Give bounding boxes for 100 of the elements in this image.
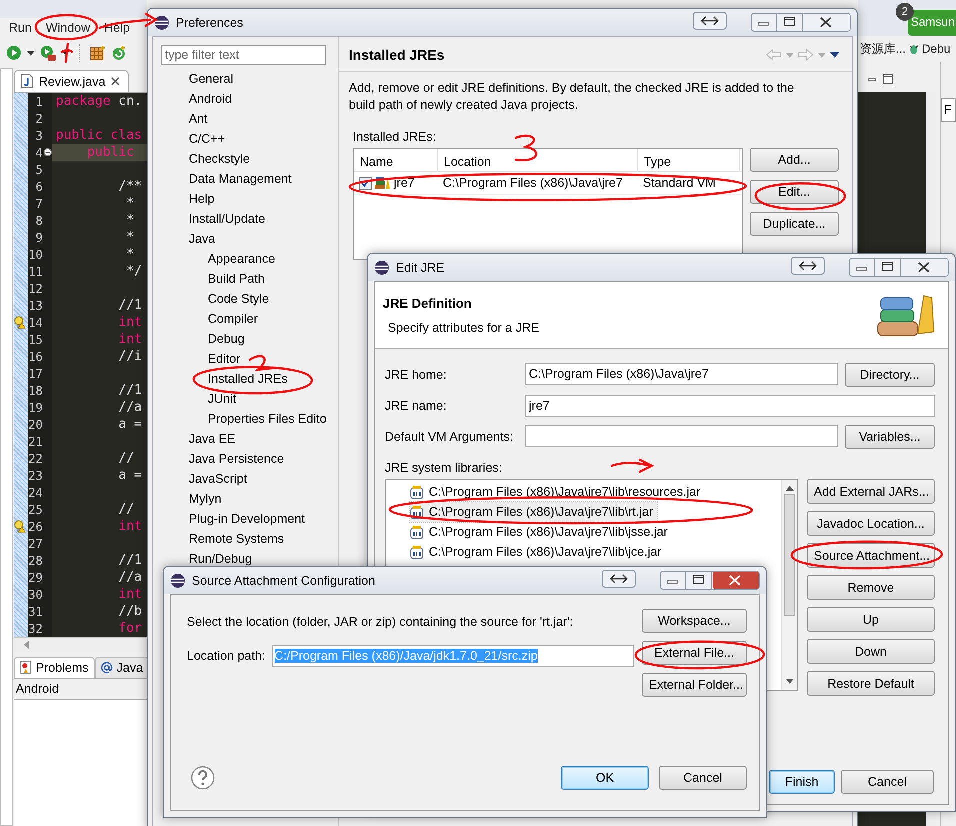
column-header[interactable]: Name: [354, 149, 438, 171]
column-header[interactable]: Type: [638, 149, 740, 171]
hand-drawn-number: [60, 42, 74, 64]
run-config-icon[interactable]: [40, 44, 57, 62]
tree-item[interactable]: Java Persistence: [161, 451, 284, 467]
dialog-button[interactable]: Directory...: [845, 363, 935, 387]
perspective-label[interactable]: 资源库...: [860, 40, 906, 58]
dialog-button[interactable]: External File...: [642, 641, 747, 665]
tree-item[interactable]: C/C++: [161, 131, 226, 147]
caret-icon[interactable]: [27, 50, 35, 56]
text-field[interactable]: C:\Program Files (x86)\Java\jre7: [525, 363, 838, 385]
scroll-up-icon[interactable]: [786, 486, 794, 491]
tree-item[interactable]: Appearance: [161, 251, 276, 267]
library-item[interactable]: C:\Program Files (x86)\Java\jre7\lib\jce.jar: [410, 542, 666, 562]
at-sign-icon: [100, 662, 113, 674]
window-controls-icon[interactable]: [849, 258, 949, 277]
jar-icon: [410, 484, 424, 500]
menu-item[interactable]: Window: [46, 21, 90, 35]
eclipse-icon: [374, 260, 390, 276]
dialog-button[interactable]: Remove: [807, 575, 935, 600]
tree-item[interactable]: JUnit: [161, 391, 236, 407]
horizontal-scrollbar[interactable]: [14, 637, 147, 652]
maximize-icon[interactable]: [883, 74, 894, 84]
tree-item[interactable]: Data Management: [161, 171, 292, 187]
dialog-button[interactable]: Up: [807, 607, 935, 632]
line-number: 2: [34, 112, 44, 126]
dialog-button[interactable]: Finish: [769, 770, 835, 794]
tree-item[interactable]: Checkstyle: [161, 151, 250, 167]
tree-item[interactable]: Compiler: [161, 311, 258, 327]
help-icon[interactable]: [191, 766, 215, 790]
line-number: 4: [34, 146, 44, 160]
swap-icon[interactable]: [693, 12, 727, 30]
dialog-button[interactable]: Edit...: [750, 180, 839, 204]
view-tab[interactable]: Problems: [14, 657, 95, 678]
run-icon[interactable]: [6, 45, 22, 61]
text-field[interactable]: [525, 425, 838, 447]
dialog-button[interactable]: Duplicate...: [750, 212, 839, 236]
prompt-text: Select the location (folder, JAR or zip) containing the source for 'rt.jar':: [186, 614, 574, 629]
tree-item[interactable]: Debug: [161, 331, 245, 347]
tree-item[interactable]: Help: [161, 191, 215, 207]
window-controls-icon[interactable]: [660, 571, 760, 590]
tree-item[interactable]: JavaScript: [161, 471, 248, 487]
line-number: 22: [28, 452, 44, 466]
dialog-button[interactable]: Cancel: [659, 766, 747, 790]
close-icon[interactable]: [110, 77, 120, 86]
dialog-button[interactable]: Add External JARs...: [807, 479, 935, 504]
scroll-down-icon[interactable]: [786, 679, 794, 684]
tree-item[interactable]: Plug-in Development: [161, 511, 306, 527]
view-menu-icon[interactable]: [830, 52, 840, 58]
tree-item[interactable]: General: [161, 71, 234, 87]
dialog-button[interactable]: Cancel: [841, 770, 934, 794]
dialog-button[interactable]: Restore Default: [807, 671, 935, 696]
code-text: a =: [118, 417, 142, 432]
view-tab[interactable]: Java: [94, 657, 147, 678]
collapse-icon[interactable]: [44, 148, 52, 157]
grid-icon[interactable]: [90, 45, 106, 61]
scrollbar-thumb[interactable]: [784, 494, 795, 616]
hand-drawn-number: [248, 355, 278, 372]
dialog-button[interactable]: OK: [561, 766, 649, 790]
filter-field[interactable]: type filter text: [161, 45, 326, 65]
refresh-icon[interactable]: [111, 45, 127, 61]
editor-tab[interactable]: Review.java: [14, 70, 129, 92]
dialog-button[interactable]: Javadoc Location...: [807, 511, 935, 536]
dialog-button[interactable]: Workspace...: [642, 609, 747, 633]
perspective-label[interactable]: Debu: [922, 42, 951, 56]
tree-item[interactable]: Installed JREs: [161, 371, 288, 387]
tree-item[interactable]: Remote Systems: [161, 531, 284, 547]
dialog-button[interactable]: Variables...: [845, 425, 935, 449]
line-number: 3: [34, 128, 44, 142]
library-item[interactable]: C:\Program Files (x86)\Java\jre7\lib\rt.jar: [410, 502, 658, 522]
tree-item[interactable]: Code Style: [161, 291, 270, 307]
column-header[interactable]: Location: [438, 149, 638, 171]
vertical-scrollbar[interactable]: [781, 480, 797, 690]
tree-item[interactable]: Build Path: [161, 271, 265, 287]
tree-item[interactable]: Properties Files Edito: [161, 411, 327, 427]
tree-item[interactable]: Run/Debug: [161, 551, 252, 567]
code-text: int: [118, 519, 142, 534]
tree-item[interactable]: Editor: [161, 351, 241, 367]
text-field[interactable]: jre7: [525, 395, 935, 417]
tree-item[interactable]: Install/Update: [161, 211, 266, 227]
window-controls-icon[interactable]: [751, 13, 851, 32]
tree-item[interactable]: Mylyn: [161, 491, 222, 507]
tree-item[interactable]: Android: [161, 91, 232, 107]
dialog-button[interactable]: Down: [807, 639, 935, 664]
library-item[interactable]: C:\Program Files (x86)\Java\jre7\lib\resources.jar: [410, 482, 705, 502]
dialog-button[interactable]: External Folder...: [642, 673, 747, 697]
dialog-button[interactable]: Add...: [750, 148, 839, 172]
tree-item[interactable]: Java: [161, 231, 216, 247]
notification-button[interactable]: Samsun: [908, 10, 956, 36]
table-cell: jre7: [394, 176, 415, 190]
library-item[interactable]: C:\Program Files (x86)\Java\jre7\lib\jsse.jar: [410, 522, 672, 542]
input-field[interactable]: F: [941, 98, 956, 122]
swap-icon[interactable]: [602, 570, 636, 588]
menu-item[interactable]: Run: [9, 21, 32, 35]
swap-icon[interactable]: [791, 257, 825, 275]
tree-item[interactable]: Java EE: [161, 431, 236, 447]
tree-item[interactable]: Ant: [161, 111, 208, 127]
library-icon: [375, 176, 391, 190]
line-number: 7: [34, 196, 44, 210]
line-number: 20: [28, 418, 44, 432]
